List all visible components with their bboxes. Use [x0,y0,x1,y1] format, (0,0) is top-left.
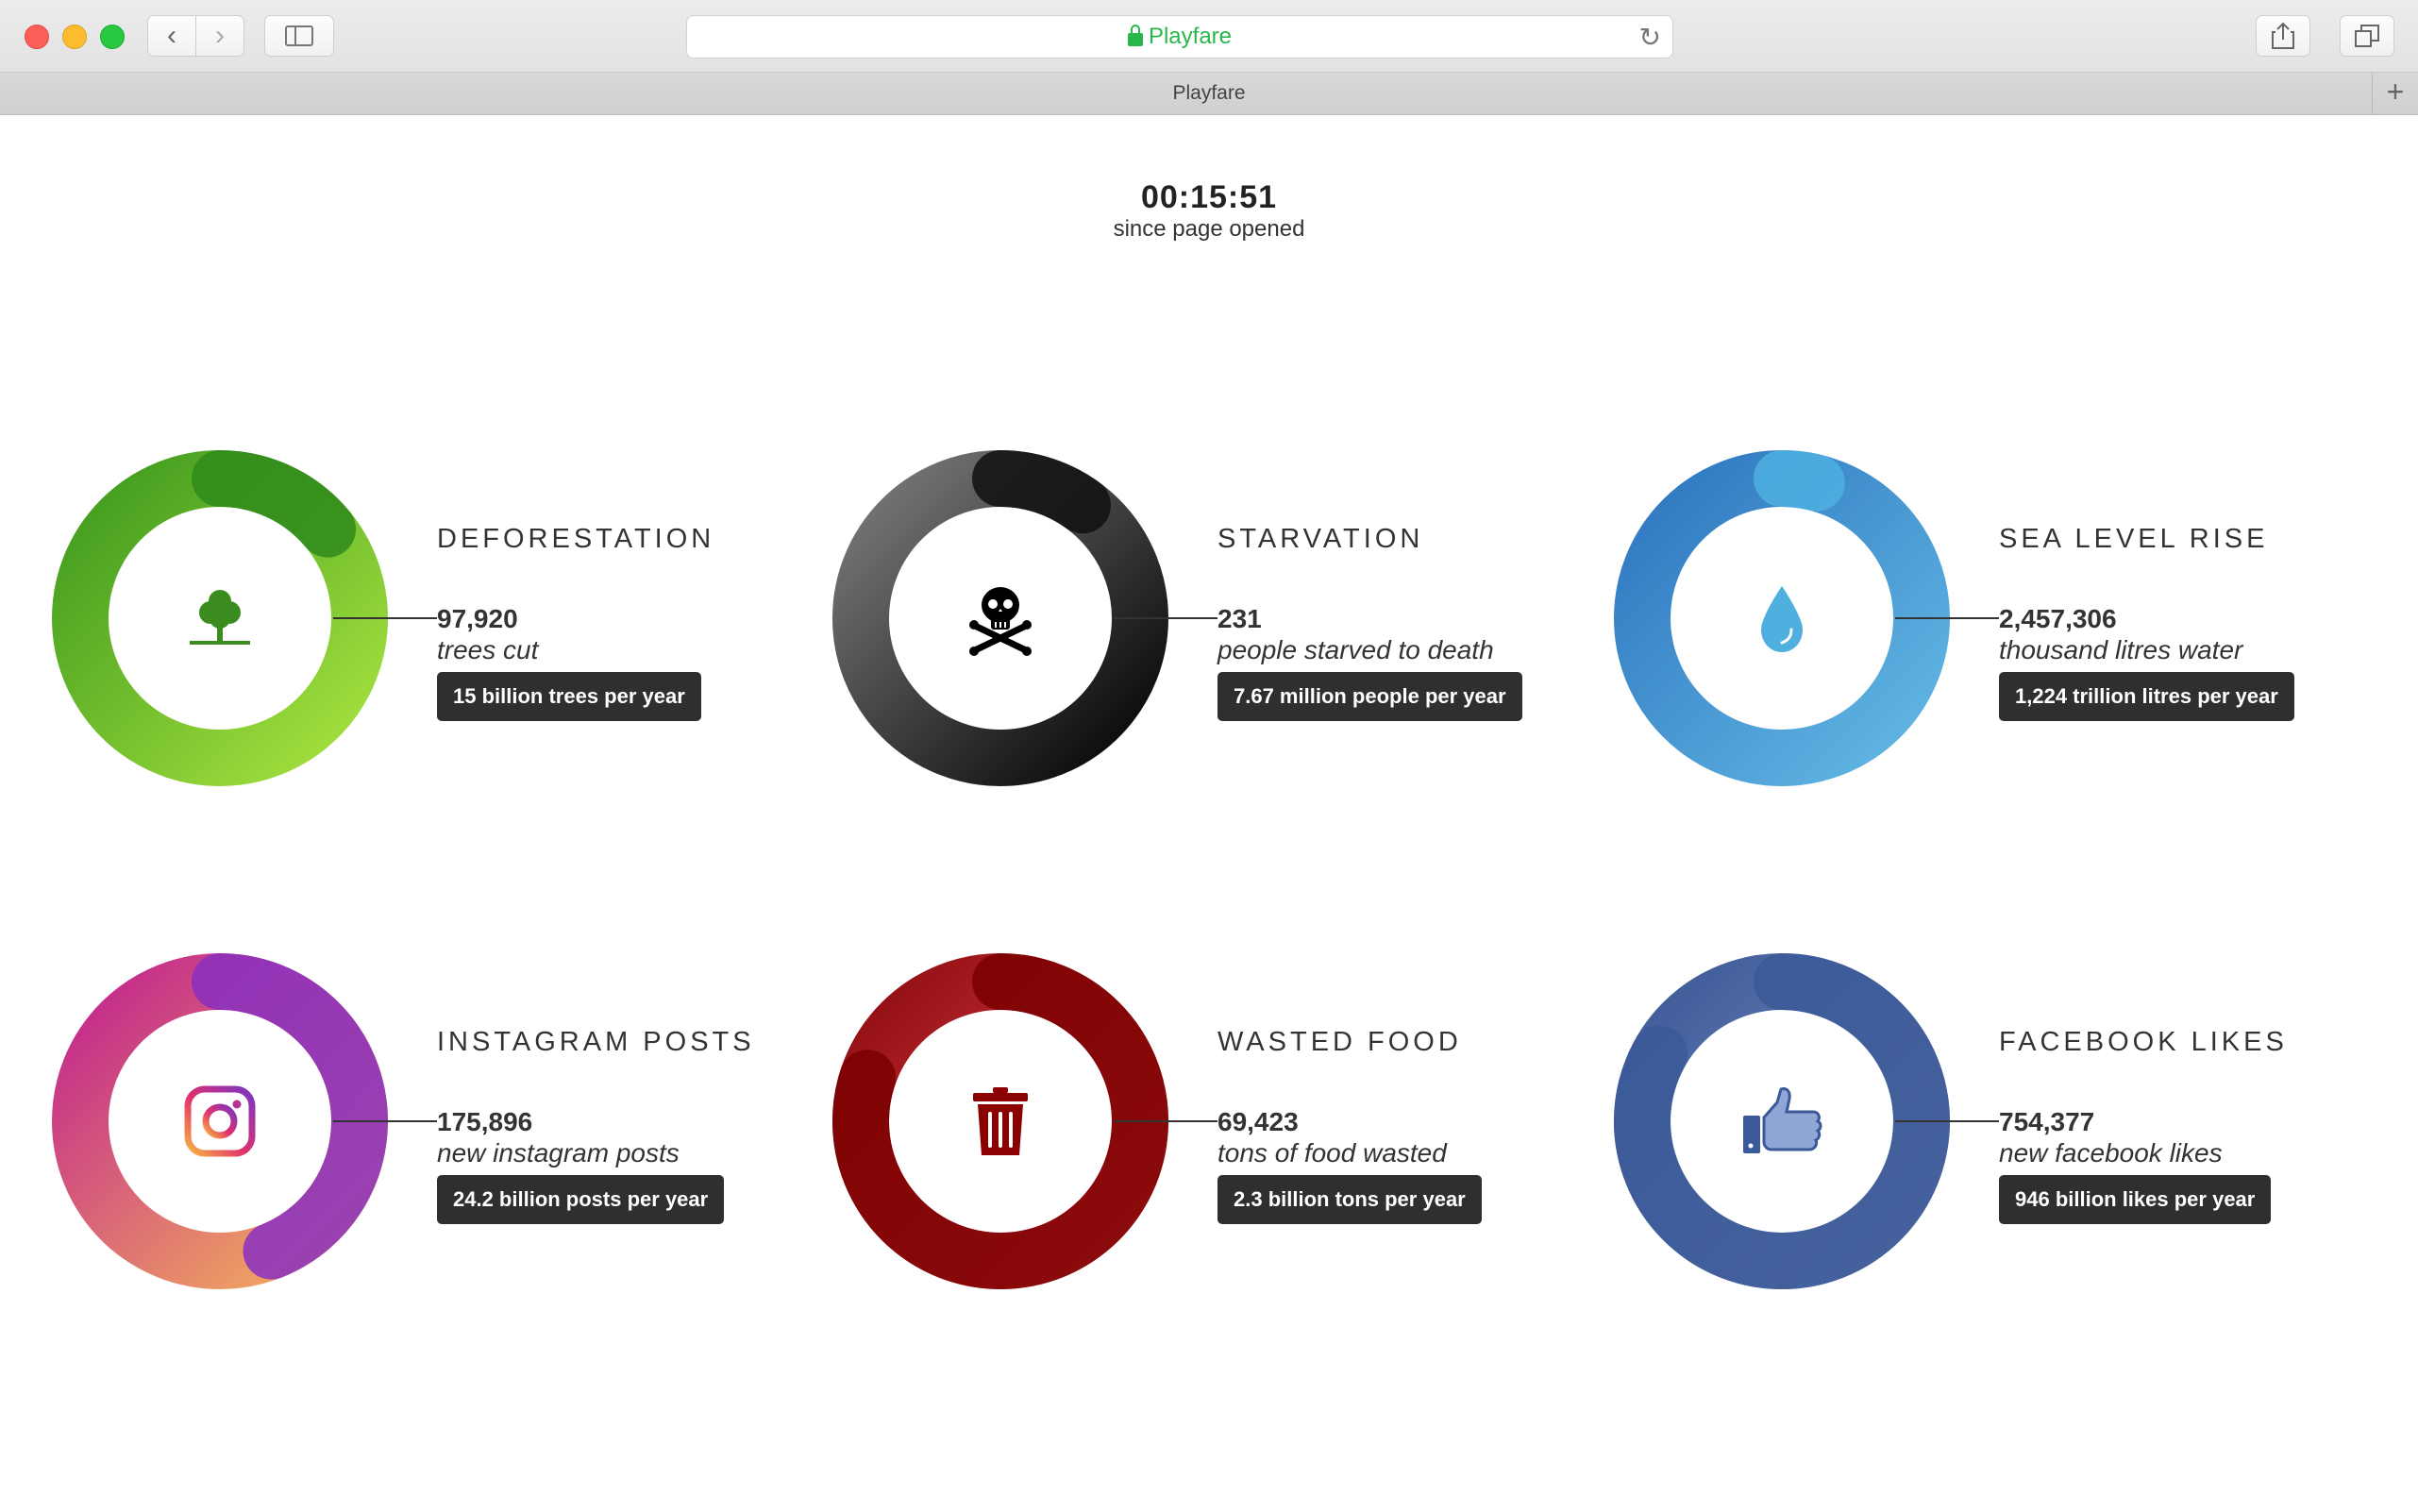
forward-button[interactable]: › [195,15,244,57]
share-button[interactable] [2256,15,2310,57]
reload-icon[interactable]: ↻ [1639,22,1661,53]
card-description: tons of food wasted [1217,1138,1447,1168]
lock-icon [1127,25,1143,46]
card-description: people starved to death [1217,635,1494,664]
rate-badge: 1,224 trillion litres per year [1999,672,2294,721]
tree-icon [163,562,277,675]
timer-value: 00:15:51 [1140,179,1278,215]
sidebar-toggle-button[interactable] [264,15,334,57]
stat-card-instagram-posts: INSTAGRAM POSTS 175,896 new instagram po… [52,953,826,1302]
thumbs-up-icon [1725,1065,1839,1178]
rate-badge: 2.3 billion tons per year [1217,1175,1482,1224]
card-title: DEFORESTATION [437,524,715,554]
card-title: STARVATION [1217,524,1424,554]
card-title: INSTAGRAM POSTS [437,1027,755,1057]
address-bar[interactable]: Playfare ↻ [686,15,1673,59]
card-count: 97,920 [437,604,518,633]
tab-bar: Playfare + [0,73,2418,115]
back-button[interactable]: ‹ [147,15,196,57]
stat-card-facebook-likes: FACEBOOK LIKES 754,377 new facebook like… [1614,953,2388,1302]
card-count: 2,457,306 [1999,604,2117,633]
card-count: 231 [1217,604,1262,633]
card-title: FACEBOOK LIKES [1999,1027,2288,1057]
show-tabs-button[interactable] [2340,15,2394,57]
skull-crossbones-icon [944,562,1057,675]
stat-card-sea-level-rise: SEA LEVEL RISE 2,457,306 thousand litres… [1614,450,2388,799]
stat-card-deforestation: DEFORESTATION 97,920 trees cut 15 billio… [52,450,826,799]
chevron-left-icon: ‹ [167,20,176,51]
instagram-icon [163,1065,277,1178]
ring-progress-arc [972,450,1111,534]
chevron-right-icon: › [215,20,225,51]
rate-badge: 7.67 million people per year [1217,672,1522,721]
connector-line [1895,617,1999,619]
card-description: thousand litres water [1999,635,2243,664]
maximize-window-button[interactable] [100,25,125,49]
connector-line [1895,1120,1999,1122]
card-title: WASTED FOOD [1217,1027,1462,1057]
ring-progress-arc [1754,450,1845,512]
minimize-window-button[interactable] [62,25,87,49]
trash-can-icon [944,1065,1057,1178]
rate-badge: 15 billion trees per year [437,672,701,721]
connector-line [333,617,437,619]
browser-toolbar: ‹ › Playfare ↻ [0,0,2418,73]
close-window-button[interactable] [25,25,49,49]
timer-label: since page opened [1113,216,1305,242]
card-description: new instagram posts [437,1138,680,1168]
ring-progress-arc [192,450,357,558]
connector-line [1114,617,1217,619]
elapsed-timer: 00:15:51 since page opened [0,179,2418,243]
card-description: new facebook likes [1999,1138,2223,1168]
card-description: trees cut [437,635,539,664]
sidebar-icon [285,25,313,46]
tab-title[interactable]: Playfare [1172,82,1245,104]
share-icon [2272,22,2294,49]
stat-card-wasted-food: WASTED FOOD 69,423 tons of food wasted 2… [832,953,1606,1302]
rate-badge: 946 billion likes per year [1999,1175,2272,1224]
card-title: SEA LEVEL RISE [1999,524,2269,554]
stat-card-starvation: STARVATION 231 people starved to death 7… [832,450,1606,799]
new-tab-button[interactable]: + [2372,73,2418,114]
card-count: 754,377 [1999,1107,2095,1136]
connector-line [1114,1120,1217,1122]
rate-badge: 24.2 billion posts per year [437,1175,725,1224]
url-text: Playfare [1148,24,1233,49]
card-count: 69,423 [1217,1107,1299,1136]
connector-line [333,1120,437,1122]
water-drop-icon [1725,562,1839,675]
tabs-overview-icon [2355,25,2379,47]
card-count: 175,896 [437,1107,533,1136]
